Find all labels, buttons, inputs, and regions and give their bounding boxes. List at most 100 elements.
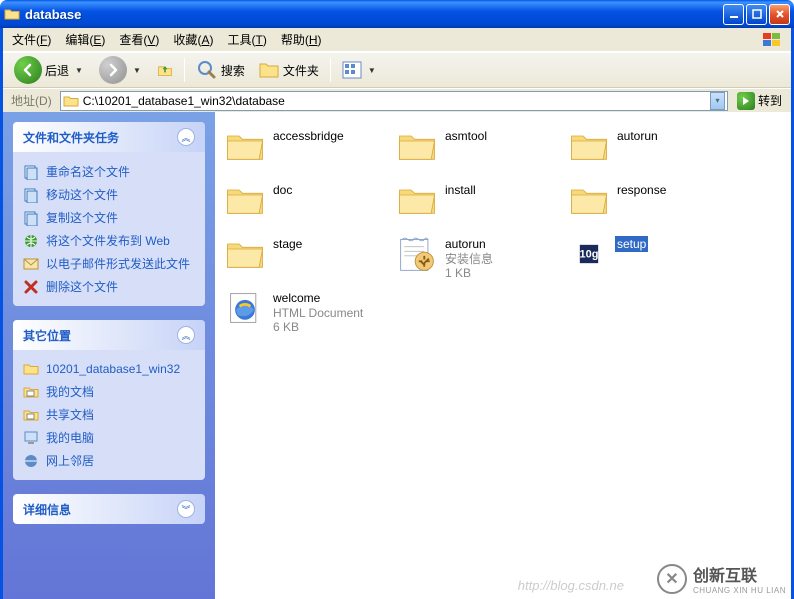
shared-icon — [23, 407, 39, 423]
file-size: 1 KB — [443, 266, 495, 280]
file-item[interactable]: doc — [221, 176, 393, 230]
place-label: 10201_database1_win32 — [46, 362, 180, 376]
file-label: response — [615, 182, 668, 198]
panel-header-places[interactable]: 其它位置 ︽ — [13, 320, 205, 350]
menu-favorites[interactable]: 收藏(A) — [166, 28, 220, 51]
address-input[interactable] — [83, 94, 706, 108]
task-label: 将这个文件发布到 Web — [46, 232, 170, 249]
exe-file-icon: 10g — [567, 232, 611, 276]
maximize-button[interactable] — [746, 4, 767, 25]
file-item[interactable]: stage — [221, 230, 393, 284]
task-label: 删除这个文件 — [46, 278, 118, 295]
place-item[interactable]: 我的文档 — [23, 380, 195, 403]
inf-file-icon — [395, 232, 439, 276]
sidebar: 文件和文件夹任务 ︽ 重命名这个文件 移动这个文件 复制这个文件 将这个文件发布… — [3, 112, 215, 599]
task-item[interactable]: 以电子邮件形式发送此文件 — [23, 252, 195, 275]
panel-header-details[interactable]: 详细信息 ︾ — [13, 494, 205, 524]
place-item[interactable]: 10201_database1_win32 — [23, 358, 195, 380]
move-icon — [23, 187, 39, 203]
folder-icon — [223, 124, 267, 168]
place-label: 网上邻居 — [46, 452, 94, 469]
file-label: stage — [271, 236, 304, 252]
task-label: 复制这个文件 — [46, 209, 118, 226]
search-icon — [196, 59, 218, 81]
folder-icon — [395, 124, 439, 168]
delete-icon — [23, 279, 39, 295]
menu-view[interactable]: 查看(V) — [112, 28, 166, 51]
addressbar: 地址(D) ▾ 转到 — [3, 88, 791, 112]
file-label: install — [443, 182, 478, 198]
content-area: 文件和文件夹任务 ︽ 重命名这个文件 移动这个文件 复制这个文件 将这个文件发布… — [3, 112, 791, 599]
place-label: 我的电脑 — [46, 429, 94, 446]
panel-file-tasks: 文件和文件夹任务 ︽ 重命名这个文件 移动这个文件 复制这个文件 将这个文件发布… — [13, 122, 205, 306]
file-item[interactable]: response — [565, 176, 737, 230]
separator — [184, 58, 185, 82]
place-item[interactable]: 我的电脑 — [23, 426, 195, 449]
titlebar: database — [0, 0, 794, 28]
file-area[interactable]: accessbridge asmtool autorun doc install — [215, 112, 791, 599]
views-button[interactable]: ▼ — [337, 58, 384, 82]
place-item[interactable]: 共享文档 — [23, 403, 195, 426]
task-label: 以电子邮件形式发送此文件 — [46, 255, 190, 272]
file-item[interactable]: 10g setup — [565, 230, 737, 284]
task-item[interactable]: 复制这个文件 — [23, 206, 195, 229]
task-item[interactable]: 将这个文件发布到 Web — [23, 229, 195, 252]
search-button[interactable]: 搜索 — [191, 56, 250, 84]
separator — [330, 58, 331, 82]
panel-header-tasks[interactable]: 文件和文件夹任务 ︽ — [13, 122, 205, 152]
html-file-icon — [223, 286, 267, 330]
window-title: database — [25, 7, 723, 22]
file-item[interactable]: accessbridge — [221, 122, 393, 176]
back-button[interactable]: 后退 ▼ — [9, 53, 91, 87]
menu-file[interactable]: 文件(F) — [5, 28, 58, 51]
task-item[interactable]: 重命名这个文件 — [23, 160, 195, 183]
address-dropdown[interactable]: ▾ — [710, 92, 725, 110]
address-label: 地址(D) — [7, 92, 56, 109]
chevron-down-icon[interactable]: ▼ — [130, 66, 144, 75]
menu-tools[interactable]: 工具(T) — [220, 28, 273, 51]
folders-button[interactable]: 文件夹 — [253, 57, 324, 83]
close-button[interactable] — [769, 4, 790, 25]
file-item[interactable]: autorun — [565, 122, 737, 176]
panel-other-places: 其它位置 ︽ 10201_database1_win32 我的文档 共享文档 我… — [13, 320, 205, 480]
file-subtext: HTML Document — [271, 306, 365, 320]
file-item[interactable]: welcome HTML Document6 KB — [221, 284, 393, 338]
file-item[interactable]: asmtool — [393, 122, 565, 176]
menu-edit[interactable]: 编辑(E) — [58, 28, 112, 51]
rename-icon — [23, 164, 39, 180]
file-label: accessbridge — [271, 128, 346, 144]
file-label: autorun — [615, 128, 660, 144]
forward-icon — [99, 56, 127, 84]
go-button[interactable]: 转到 — [732, 91, 787, 111]
mydocs-icon — [23, 384, 39, 400]
collapse-icon: ︽ — [177, 128, 195, 146]
folder-icon — [4, 6, 20, 22]
network-icon — [23, 453, 39, 469]
folder-icon — [395, 178, 439, 222]
copy-icon — [23, 210, 39, 226]
file-item[interactable]: autorun 安装信息1 KB — [393, 230, 565, 284]
place-item[interactable]: 网上邻居 — [23, 449, 195, 472]
folder-icon — [567, 178, 611, 222]
minimize-button[interactable] — [723, 4, 744, 25]
email-icon — [23, 256, 39, 272]
file-label: doc — [271, 182, 294, 198]
chevron-down-icon[interactable]: ▼ — [72, 66, 86, 75]
chevron-down-icon[interactable]: ▼ — [365, 66, 379, 75]
file-subtext: 安装信息 — [443, 252, 495, 266]
file-item[interactable]: install — [393, 176, 565, 230]
expand-icon: ︾ — [177, 500, 195, 518]
up-button[interactable] — [152, 59, 178, 81]
task-item[interactable]: 删除这个文件 — [23, 275, 195, 298]
menu-help[interactable]: 帮助(H) — [274, 28, 329, 51]
task-item[interactable]: 移动这个文件 — [23, 183, 195, 206]
folder-icon — [63, 93, 79, 109]
watermark: ✕ 创新互联 CHUANG XIN HU LIAN — [657, 562, 786, 595]
folder-icon — [223, 178, 267, 222]
forward-button[interactable]: ▼ — [94, 53, 149, 87]
folder-icon — [23, 361, 39, 377]
file-label: setup — [615, 236, 648, 252]
place-label: 我的文档 — [46, 383, 94, 400]
file-label: asmtool — [443, 128, 489, 144]
address-box[interactable]: ▾ — [60, 91, 728, 111]
